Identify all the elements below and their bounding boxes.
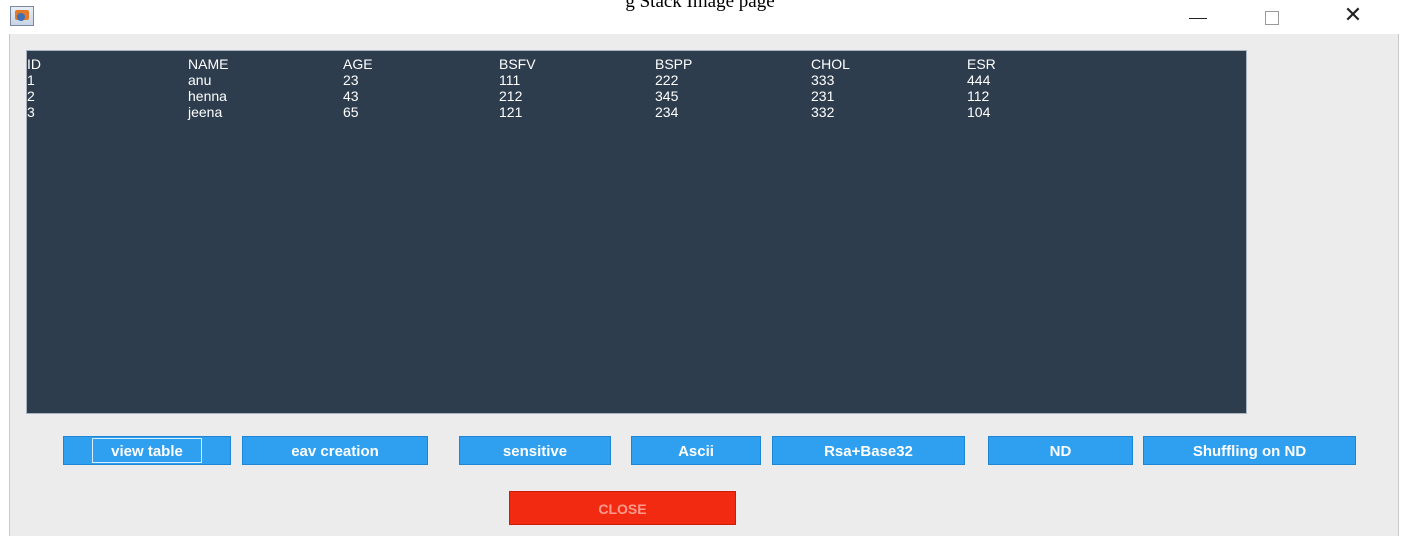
table-cell: anu [188,72,212,88]
table-cell: 231 [811,88,835,104]
nd-button[interactable]: ND [988,436,1133,465]
data-table[interactable]: ID NAME AGE BSFV BSPP CHOL ESR 1 anu 23 … [26,50,1247,414]
table-cell: 104 [967,104,991,120]
column-header-bspp: BSPP [655,56,693,72]
table-cell: 121 [499,104,523,120]
sensitive-button[interactable]: sensitive [459,436,611,465]
table-cell: 332 [811,104,835,120]
table-cell: 111 [499,72,521,88]
table-cell: 65 [343,104,359,120]
table-cell: 3 [27,104,35,120]
close-button[interactable]: CLOSE [509,491,736,525]
table-cell: jeena [188,104,223,120]
maximize-icon[interactable] [1252,4,1292,30]
title-bar: g Stack Image page ✕ [0,0,1401,34]
java-cup-icon[interactable] [10,6,34,26]
table-cell: 345 [655,88,679,104]
column-header-esr: ESR [967,56,996,72]
column-header-age: AGE [343,56,373,72]
close-icon[interactable]: ✕ [1333,4,1373,30]
table-cell: 234 [655,104,679,120]
rsa-base32-button[interactable]: Rsa+Base32 [772,436,965,465]
table-cell: 1 [27,72,35,88]
column-header-bsfv: BSFV [499,56,536,72]
table-cell: 333 [811,72,835,88]
table-cell: 222 [655,72,679,88]
window-title: g Stack Image page [625,0,775,12]
table-cell: 23 [343,72,359,88]
minimize-icon[interactable] [1178,4,1218,30]
column-header-id: ID [27,56,41,72]
table-cell: 43 [343,88,359,104]
table-cell: 212 [499,88,523,104]
ascii-button[interactable]: Ascii [631,436,761,465]
table-cell: 444 [967,72,991,88]
view-table-button[interactable]: view table [63,436,231,465]
table-cell: henna [188,88,227,104]
column-header-chol: CHOL [811,56,850,72]
shuffling-on-nd-button[interactable]: Shuffling on ND [1143,436,1356,465]
eav-creation-button[interactable]: eav creation [242,436,428,465]
table-cell: 112 [967,88,990,104]
table-cell: 2 [27,88,35,104]
column-header-name: NAME [188,56,229,72]
